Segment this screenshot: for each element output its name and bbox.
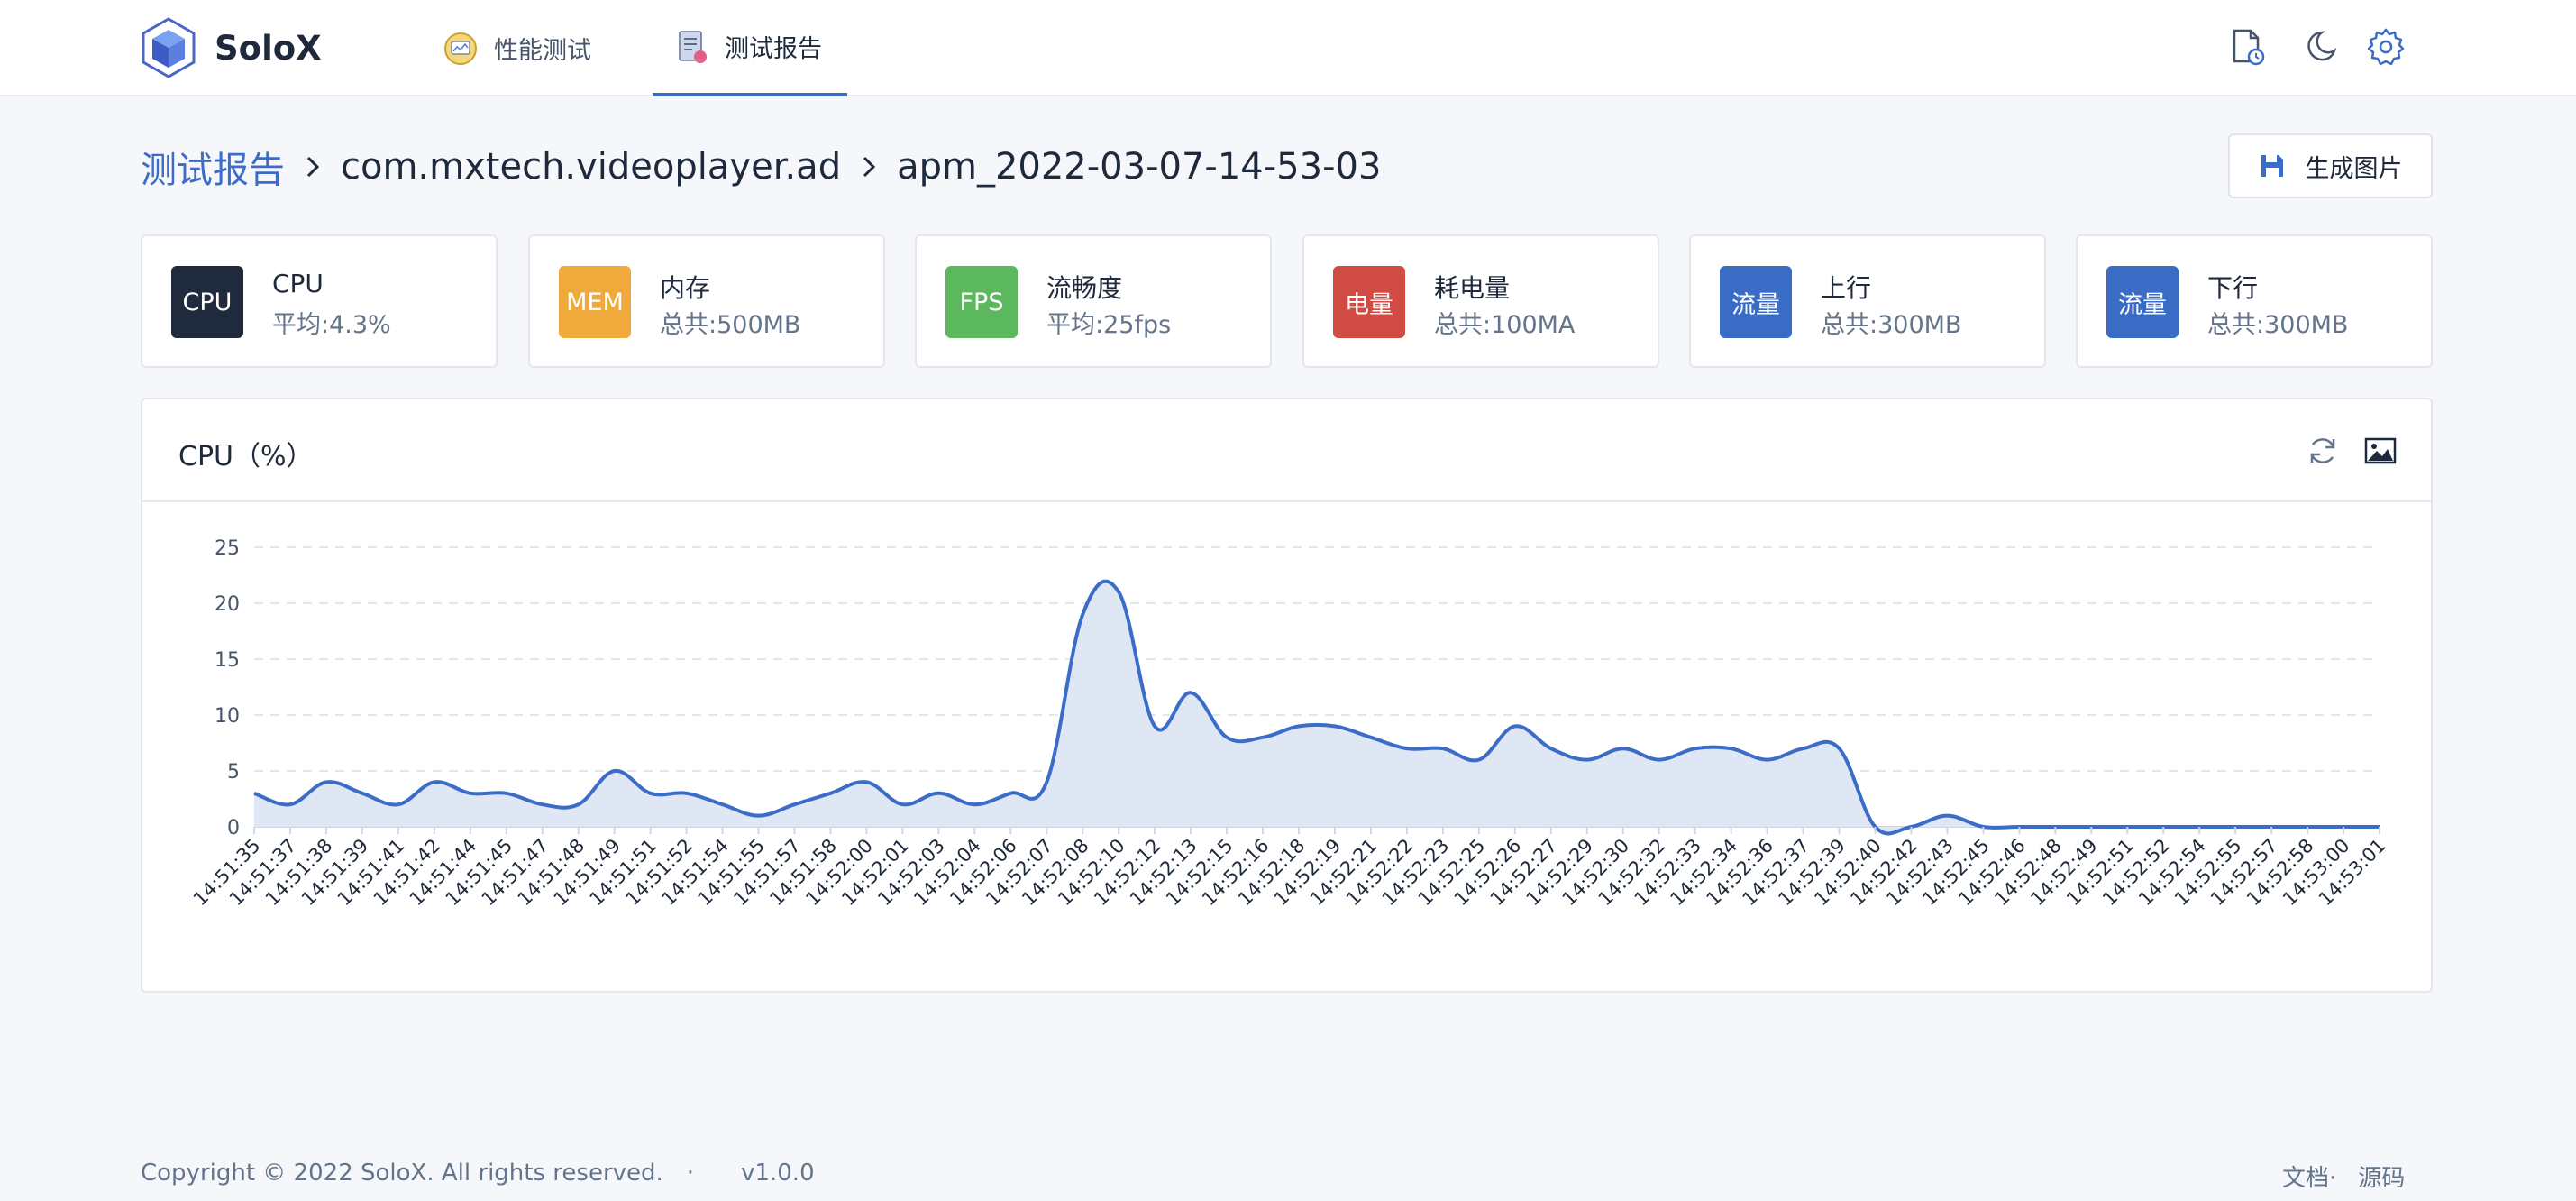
breadcrumb-report: apm_2022-03-07-14-53-03 [897, 146, 1382, 188]
card-title: 下行 [2207, 273, 2259, 303]
footer-copyright: Copyright © 2022 SoloX. All rights reser… [141, 1160, 838, 1187]
card-title: CPU [272, 269, 324, 298]
generate-image-button[interactable]: 生成图片 [2228, 133, 2433, 198]
chart-title: CPU（%） [178, 441, 314, 472]
version-text: v1.0.0 [741, 1160, 815, 1187]
card-subtitle: 总共:300MB [2207, 311, 2349, 339]
moon-icon[interactable] [2302, 27, 2342, 67]
stat-card-upload: 流量 上行 总共:300MB [1689, 234, 2046, 368]
refresh-icon[interactable] [2306, 434, 2340, 468]
card-subtitle: 总共:500MB [660, 311, 801, 339]
tab-performance-test[interactable]: 性能测试 [422, 0, 613, 96]
card-title: 耗电量 [1434, 273, 1511, 303]
generate-image-label: 生成图片 [2305, 154, 2403, 183]
footer-separator: · [2329, 1165, 2337, 1192]
chevron-right-icon [863, 156, 876, 178]
cpu-area-fill [254, 581, 2380, 834]
image-icon[interactable] [2363, 434, 2398, 468]
copyright-text: Copyright © 2022 SoloX. All rights reser… [141, 1160, 663, 1187]
y-tick-label: 20 [215, 593, 240, 616]
dashboard-icon [444, 32, 477, 65]
stat-card-power: 电量 耗电量 总共:100MA [1302, 234, 1659, 368]
brand[interactable]: SoloX [141, 16, 322, 79]
source-link[interactable]: 源码 [2358, 1165, 2405, 1192]
y-tick-label: 5 [227, 761, 240, 784]
card-badge: 流量 [1720, 266, 1792, 338]
card-title: 上行 [1821, 273, 1872, 303]
stat-card-download: 流量 下行 总共:300MB [2076, 234, 2433, 368]
breadcrumb: 测试报告 com.mxtech.videoplayer.ad apm_2022-… [141, 142, 1381, 192]
stat-card-fps: FPS 流畅度 平均:25fps [915, 234, 1272, 368]
save-icon [2261, 155, 2283, 177]
cube-logo-icon [142, 17, 196, 78]
footer-links: 文档· 源码 [2282, 1160, 2405, 1193]
y-tick-label: 0 [227, 817, 240, 839]
chevron-right-icon [306, 156, 320, 178]
card-badge: CPU [171, 266, 243, 338]
stat-card-memory: MEM 内存 总共:500MB [528, 234, 885, 368]
cpu-line-chart: 0510152025 14:51:3514:51:3714:51:3814:51… [189, 537, 2390, 910]
card-subtitle: 平均:25fps [1046, 311, 1172, 339]
y-tick-label: 10 [215, 705, 240, 728]
brand-name: SoloX [215, 28, 322, 68]
card-badge: FPS [945, 266, 1018, 338]
y-tick-label: 15 [215, 649, 240, 672]
card-badge: MEM [559, 266, 631, 338]
breadcrumb-root-link[interactable]: 测试报告 [141, 141, 285, 193]
stat-card-cpu: CPU CPU 平均:4.3% [141, 234, 498, 368]
card-badge: 电量 [1333, 266, 1405, 338]
chart-header: CPU（%） [142, 399, 2431, 502]
cpu-chart-card: CPU（%） 0 5 10 15 20 25 14:51:35 14:51:37 14:51:… [141, 398, 2433, 993]
report-document-icon [679, 30, 707, 63]
file-clock-icon[interactable] [2227, 27, 2267, 67]
tab-label: 性能测试 [494, 37, 591, 65]
footer-separator: · [686, 1160, 695, 1187]
top-navbar: SoloX 性能测试 测试报告 [0, 0, 2576, 96]
y-tick-label: 25 [215, 537, 240, 560]
card-subtitle: 总共:300MB [1821, 311, 1962, 339]
gear-icon[interactable] [2366, 27, 2406, 67]
docs-link[interactable]: 文档 [2282, 1165, 2329, 1192]
tab-test-report[interactable]: 测试报告 [653, 0, 847, 96]
tab-label: 测试报告 [725, 35, 822, 63]
card-subtitle: 总共:100MA [1434, 311, 1576, 339]
card-title: 流畅度 [1046, 273, 1123, 303]
breadcrumb-package: com.mxtech.videoplayer.ad [341, 146, 842, 188]
card-subtitle: 平均:4.3% [272, 311, 391, 339]
card-badge: 流量 [2106, 266, 2179, 338]
card-title: 内存 [660, 273, 711, 303]
